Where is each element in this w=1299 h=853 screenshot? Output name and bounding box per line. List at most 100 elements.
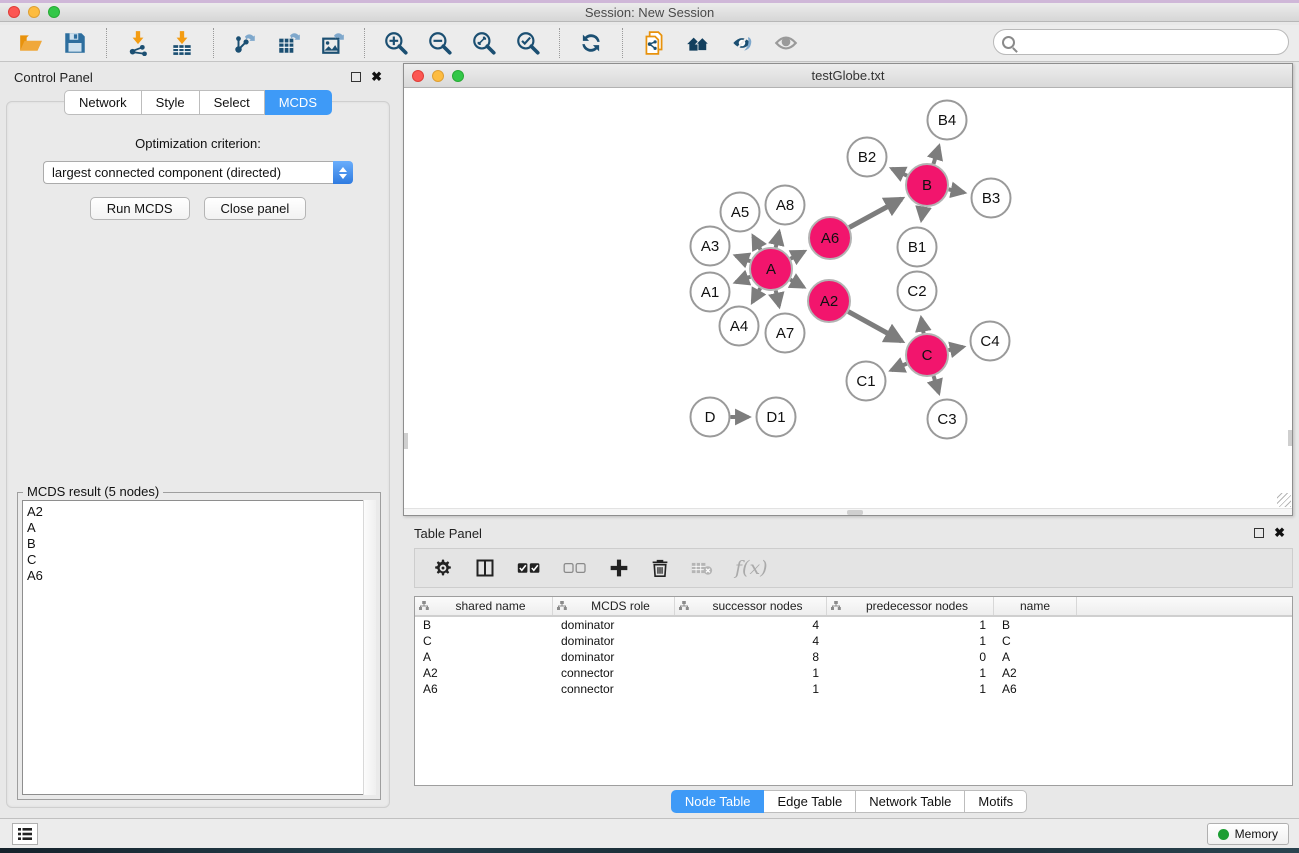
close-panel-button[interactable]: Close panel	[204, 197, 307, 220]
graph-edge-A-A2[interactable]	[790, 280, 803, 287]
table-cell[interactable]: 4	[675, 618, 827, 632]
import-network-icon[interactable]	[121, 28, 155, 58]
table-cell[interactable]: 1	[827, 666, 994, 680]
graph-edge-B-B3[interactable]	[949, 189, 964, 192]
tab-mcds[interactable]: MCDS	[265, 90, 332, 115]
tab-network-table[interactable]: Network Table	[856, 790, 965, 813]
import-table-icon[interactable]	[165, 28, 199, 58]
column-header-predecessor-nodes[interactable]: predecessor nodes	[827, 597, 994, 615]
task-history-button[interactable]	[12, 823, 38, 845]
resize-grip[interactable]	[1277, 493, 1291, 507]
network-graph[interactable]: B4B2BB3A8A5A6A3B1AA1C2A2A4A7C4CC1DD1C3	[404, 88, 1292, 508]
table-cell[interactable]: dominator	[553, 650, 675, 664]
graph-edge-C-C4[interactable]	[948, 347, 963, 350]
show-all-icon[interactable]	[769, 28, 803, 58]
add-column-icon[interactable]	[609, 558, 629, 578]
table-cell[interactable]: A6	[415, 682, 553, 696]
table-cell[interactable]: dominator	[553, 618, 675, 632]
result-list-item[interactable]: C	[27, 552, 375, 568]
table-cell[interactable]: 1	[827, 634, 994, 648]
zoom-fit-icon[interactable]	[467, 28, 501, 58]
tab-select[interactable]: Select	[200, 90, 265, 115]
result-list-item[interactable]: B	[27, 536, 375, 552]
graph-edge-A-A1[interactable]	[736, 277, 751, 283]
table-cell[interactable]: 1	[827, 682, 994, 696]
table-cell[interactable]: A6	[994, 682, 1077, 696]
result-scrollbar[interactable]	[363, 500, 376, 795]
table-cell[interactable]: A2	[415, 666, 553, 680]
table-cell[interactable]: B	[994, 618, 1077, 632]
save-session-icon[interactable]	[58, 28, 92, 58]
delete-table-icon[interactable]	[691, 560, 713, 576]
new-network-from-selection-icon[interactable]	[637, 28, 671, 58]
table-settings-icon[interactable]	[433, 558, 453, 578]
graph-edge-A2-C[interactable]	[848, 312, 901, 341]
right-scroll-thumb[interactable]	[1288, 430, 1292, 446]
column-header-MCDS-role[interactable]: MCDS role	[553, 597, 675, 615]
result-list-item[interactable]: A	[27, 520, 375, 536]
table-cell[interactable]: 0	[827, 650, 994, 664]
graph-edge-A-A5[interactable]	[753, 236, 760, 250]
network-window-titlebar[interactable]: testGlobe.txt	[404, 64, 1292, 88]
graph-edge-A-A7[interactable]	[776, 290, 779, 306]
show-column-icon[interactable]	[475, 558, 495, 578]
table-close-icon[interactable]: ✖	[1274, 525, 1285, 541]
select-all-icon[interactable]	[517, 560, 541, 576]
search-input[interactable]	[1020, 35, 1288, 50]
table-cell[interactable]: A2	[994, 666, 1077, 680]
tab-network[interactable]: Network	[64, 90, 142, 115]
graph-edge-C-C1[interactable]	[891, 364, 906, 371]
zoom-in-icon[interactable]	[379, 28, 413, 58]
graph-edge-C-C3[interactable]	[934, 376, 939, 393]
result-list-item[interactable]: A2	[27, 504, 375, 520]
graph-edge-A-A8[interactable]	[776, 232, 779, 248]
table-cell[interactable]: connector	[553, 682, 675, 696]
table-cell[interactable]: 1	[675, 682, 827, 696]
tab-edge-table[interactable]: Edge Table	[764, 790, 856, 813]
column-header-successor-nodes[interactable]: successor nodes	[675, 597, 827, 615]
table-cell[interactable]: 1	[675, 666, 827, 680]
graph-edge-C-C2[interactable]	[921, 318, 923, 333]
mcds-result-list[interactable]: A2ABCA6	[22, 500, 376, 795]
graph-edge-B-B4[interactable]	[933, 146, 938, 164]
search-box[interactable]	[993, 29, 1289, 55]
float-panel-icon[interactable]	[351, 72, 361, 82]
graph-edge-A-A6[interactable]	[790, 251, 804, 258]
table-row[interactable]: Bdominator41B	[415, 617, 1292, 633]
run-mcds-button[interactable]: Run MCDS	[90, 197, 190, 220]
table-cell[interactable]: C	[994, 634, 1077, 648]
refresh-icon[interactable]	[574, 28, 608, 58]
tab-motifs[interactable]: Motifs	[965, 790, 1027, 813]
network-canvas[interactable]: B4B2BB3A8A5A6A3B1AA1C2A2A4A7C4CC1DD1C3	[404, 88, 1292, 515]
table-row[interactable]: A2connector11A2	[415, 665, 1292, 681]
table-cell[interactable]: B	[415, 618, 553, 632]
zoom-selected-icon[interactable]	[511, 28, 545, 58]
hide-selected-icon[interactable]	[725, 28, 759, 58]
memory-button[interactable]: Memory	[1207, 823, 1289, 845]
table-row[interactable]: A6connector11A6	[415, 681, 1292, 697]
horizontal-scrollbar[interactable]	[404, 508, 1292, 515]
table-cell[interactable]: A	[415, 650, 553, 664]
table-float-icon[interactable]	[1254, 528, 1264, 538]
table-cell[interactable]: 4	[675, 634, 827, 648]
close-panel-icon[interactable]: ✖	[371, 69, 382, 85]
criterion-select[interactable]: largest connected component (directed)	[43, 161, 353, 184]
table-cell[interactable]: 1	[827, 618, 994, 632]
table-row[interactable]: Cdominator41C	[415, 633, 1292, 649]
table-row[interactable]: Adominator80A	[415, 649, 1292, 665]
table-cell[interactable]: A	[994, 650, 1077, 664]
column-header-name[interactable]: name	[994, 597, 1077, 615]
delete-column-icon[interactable]	[651, 558, 669, 578]
deselect-all-icon[interactable]	[563, 560, 587, 576]
table-cell[interactable]: 8	[675, 650, 827, 664]
graph-edge-B-B1[interactable]	[921, 207, 923, 220]
column-header-shared-name[interactable]: shared name	[415, 597, 553, 615]
export-network-icon[interactable]	[228, 28, 262, 58]
graph-edge-A-A3[interactable]	[736, 256, 751, 262]
tab-style[interactable]: Style	[142, 90, 200, 115]
result-list-item[interactable]: A6	[27, 568, 375, 584]
zoom-out-icon[interactable]	[423, 28, 457, 58]
tab-node-table[interactable]: Node Table	[671, 790, 765, 813]
graph-edge-A-A4[interactable]	[752, 288, 760, 302]
table-cell[interactable]: C	[415, 634, 553, 648]
